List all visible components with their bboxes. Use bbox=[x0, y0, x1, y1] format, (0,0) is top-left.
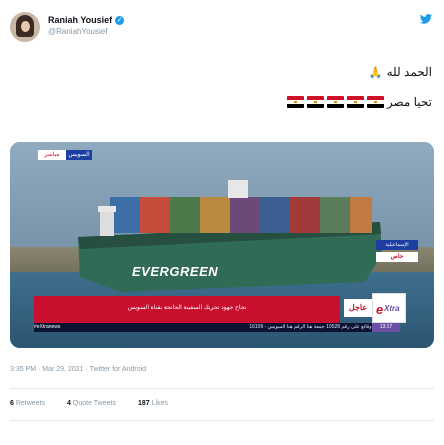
praying-hands-icon: 🙏 bbox=[368, 66, 383, 79]
egypt-flag-icon bbox=[286, 96, 304, 108]
live-label: مباشر bbox=[38, 150, 66, 160]
tweet-header: Raniah Yousief ✓ @RaniahYousief bbox=[10, 12, 434, 48]
logo-word: Xtra bbox=[384, 304, 400, 313]
tweet-metadata: 3:35 PM · Mar 29, 2021 · Twitter for And… bbox=[10, 366, 146, 373]
divider bbox=[10, 420, 434, 421]
news-ticker: الإيقاف عن وقائع على رقم 10528 جمعة هنا … bbox=[34, 323, 400, 332]
tweet-text-line-1: الحمد لله 🙏 bbox=[369, 65, 432, 79]
avatar[interactable] bbox=[10, 12, 40, 42]
ticker-site-label: #eXtranews bbox=[34, 324, 61, 330]
location-tag: الإسماعيلية bbox=[376, 240, 418, 250]
ship-name-text: EVERGREEN bbox=[132, 264, 219, 279]
location-label: السويس bbox=[66, 150, 92, 160]
twitter-bird-icon[interactable] bbox=[420, 14, 432, 24]
avatar-face bbox=[21, 21, 30, 32]
retweets-count: 6 bbox=[10, 400, 14, 407]
live-badge: مباشر السويس bbox=[38, 150, 92, 160]
quotes-stat[interactable]: 4 Quote Tweets bbox=[67, 400, 116, 407]
egypt-flag-icon bbox=[366, 96, 384, 108]
retweets-stat[interactable]: 6 Retweets bbox=[10, 400, 45, 407]
likes-label: Likes bbox=[151, 400, 168, 407]
tweet-timestamp[interactable]: 3:35 PM · Mar 29, 2021 bbox=[10, 366, 84, 373]
retweets-label: Retweets bbox=[15, 400, 46, 407]
likes-count: 187 bbox=[137, 400, 150, 407]
logo-letter: e bbox=[376, 302, 384, 317]
ticker-time: 13:17 bbox=[372, 323, 400, 332]
headline-text: نجاح جهود تحريك السفينة الجانحة بقناة ال… bbox=[127, 305, 247, 311]
egypt-flag-icon bbox=[306, 96, 324, 108]
name-row: Raniah Yousief ✓ bbox=[48, 15, 125, 25]
tweet-text: تحيا مصر bbox=[386, 95, 432, 109]
extra-news-logo: e Xtra bbox=[372, 293, 406, 323]
verified-icon: ✓ bbox=[115, 15, 125, 25]
tweet-text-line-2: تحيا مصر bbox=[286, 95, 432, 109]
quotes-label: Quote Tweets bbox=[72, 400, 116, 407]
likes-stat[interactable]: 187 Likes bbox=[138, 400, 168, 407]
news-lower-third: نجاح جهود تحريك السفينة الجانحة بقناة ال… bbox=[34, 296, 340, 323]
egypt-flag-icon bbox=[326, 96, 344, 108]
tweet-text: الحمد لله bbox=[386, 65, 432, 79]
divider bbox=[10, 388, 434, 389]
tweet-stats: 6 Retweets 4 Quote Tweets 187 Likes bbox=[10, 400, 168, 407]
tweet-source[interactable]: · Twitter for Android bbox=[84, 366, 146, 373]
urgent-badge: عاجل bbox=[344, 299, 372, 317]
exclusive-badge: خاص bbox=[376, 252, 418, 262]
user-handle[interactable]: @RaniahYousief bbox=[48, 27, 107, 36]
egypt-flag-icon bbox=[346, 96, 364, 108]
user-name[interactable]: Raniah Yousief bbox=[48, 15, 112, 25]
quotes-count: 4 bbox=[67, 400, 71, 407]
